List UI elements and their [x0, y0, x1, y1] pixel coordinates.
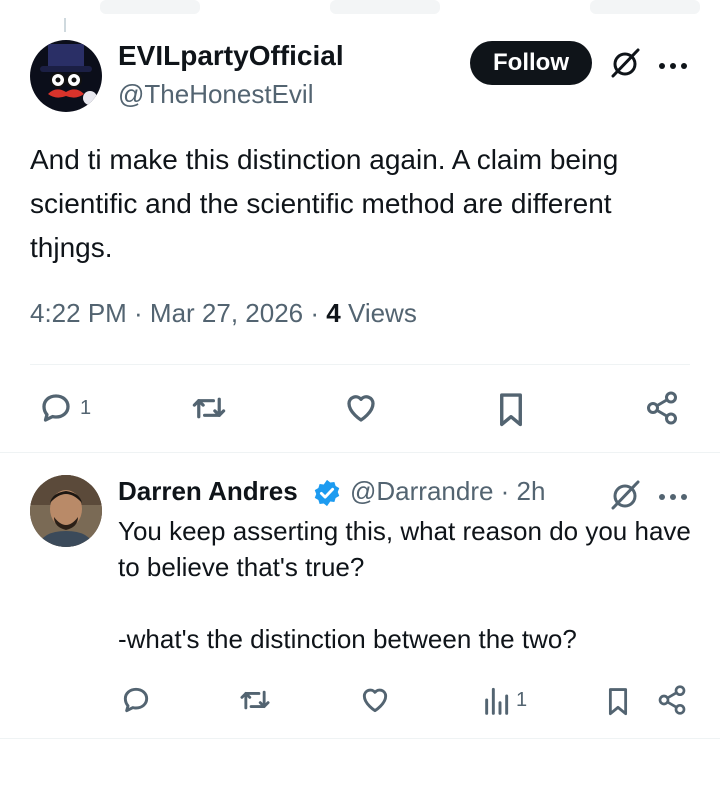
post-text: And ti make this distinction again. A cl…: [30, 144, 619, 263]
top-strip: [0, 0, 720, 32]
views-label: Views: [340, 298, 417, 328]
avatar[interactable]: [30, 40, 102, 112]
bookmark-icon: [608, 688, 628, 716]
analytics-icon: [485, 687, 509, 715]
verified-badge-icon: [312, 478, 342, 508]
repost-icon: [192, 397, 226, 419]
divider: [0, 452, 720, 453]
avatar[interactable]: [30, 475, 102, 547]
heart-icon: [362, 688, 388, 713]
thread-line: [64, 18, 66, 32]
share-icon: [658, 685, 686, 715]
views-count: 4: [326, 298, 341, 328]
reply-icon: [123, 687, 149, 713]
display-name[interactable]: EVILpartyOfficial: [118, 40, 344, 72]
like-button[interactable]: [342, 390, 380, 426]
user-handle-time[interactable]: @Darrandre · 2h: [350, 476, 545, 507]
reply-text: You keep asserting this, what reason do …: [118, 516, 691, 654]
share-button[interactable]: [644, 390, 680, 426]
reply-button[interactable]: [120, 684, 152, 716]
user-handle[interactable]: @TheHonestEvil: [118, 79, 313, 110]
reply-count: 1: [80, 396, 92, 419]
repost-button[interactable]: [190, 390, 228, 426]
bookmark-button[interactable]: [604, 684, 632, 718]
divider: [30, 364, 690, 365]
more-icon[interactable]: [658, 489, 688, 500]
bookmark-icon: [500, 393, 522, 427]
share-button[interactable]: [656, 684, 688, 716]
heart-icon: [347, 395, 375, 422]
more-icon[interactable]: [658, 58, 688, 69]
divider: [0, 738, 720, 739]
repost-icon: [240, 690, 270, 710]
grok-icon[interactable]: [608, 478, 642, 512]
share-icon: [647, 391, 677, 425]
reply-icon: [42, 394, 70, 422]
display-name[interactable]: Darren Andres: [118, 476, 298, 507]
grok-icon[interactable]: [608, 46, 642, 80]
bookmark-button[interactable]: [494, 390, 528, 428]
post-metadata: 4:22 PM · Mar 27, 2026 · 4 Views: [30, 298, 417, 329]
post-timestamp[interactable]: 4:22 PM · Mar 27, 2026 ·: [30, 298, 326, 328]
like-button[interactable]: [358, 684, 392, 716]
views-button[interactable]: 1: [482, 684, 527, 716]
views-count: 1: [516, 688, 528, 711]
reply-button[interactable]: 1: [38, 390, 91, 426]
follow-button[interactable]: Follow: [470, 41, 592, 85]
repost-button[interactable]: [238, 684, 272, 716]
